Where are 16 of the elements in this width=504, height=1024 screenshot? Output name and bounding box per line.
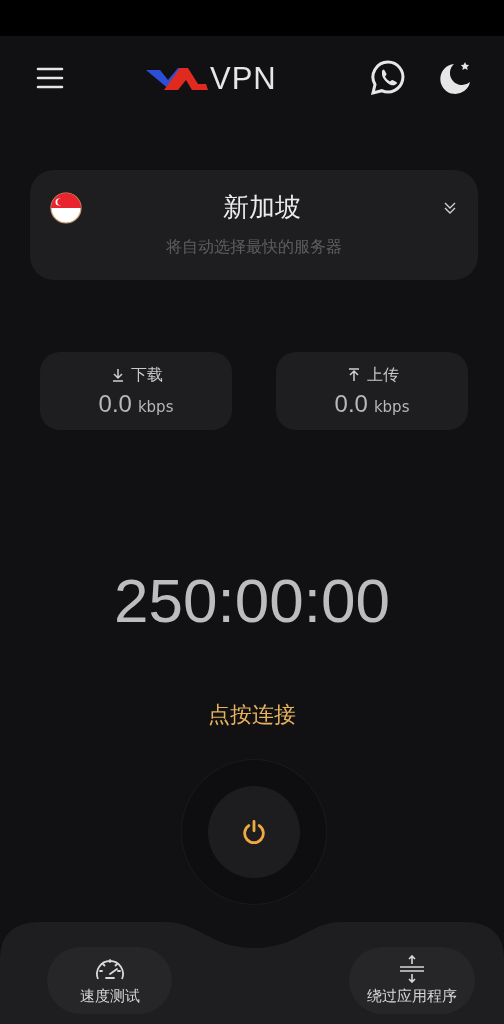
speed-unit: kbps <box>137 397 174 416</box>
speed-unit: kbps <box>373 397 410 416</box>
server-hint: 将自动选择最快的服务器 <box>166 237 342 258</box>
server-selector[interactable]: 新加坡 将自动选择最快的服务器 <box>30 170 478 280</box>
speed-label: 下载 <box>130 364 163 386</box>
server-name: 新加坡 <box>222 191 302 224</box>
app-name: VPN <box>210 61 277 97</box>
connect-label: 点按连接 <box>207 701 297 729</box>
speed-value: 0.0 <box>98 389 132 418</box>
power-icon <box>240 818 268 846</box>
menu-icon[interactable] <box>36 66 64 90</box>
speed-value: 0.0 <box>334 389 368 418</box>
speed-label: 上传 <box>366 364 399 386</box>
logo-icon <box>146 66 208 92</box>
timer: 250:00:00 <box>113 565 391 637</box>
singapore-flag-icon <box>50 191 82 224</box>
